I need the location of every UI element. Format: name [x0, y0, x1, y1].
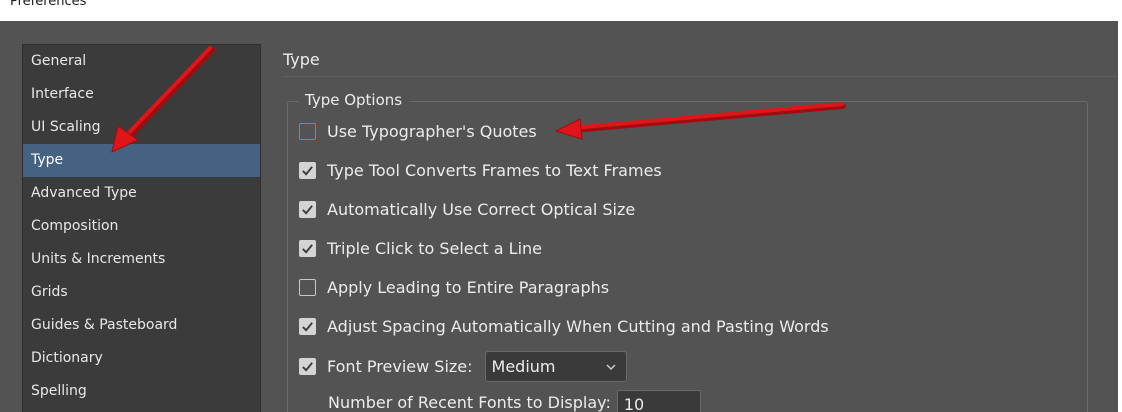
- option-label: Automatically Use Correct Optical Size: [327, 199, 636, 219]
- page-title: Type: [283, 50, 320, 69]
- recent-fonts-row: Number of Recent Fonts to Display: 10: [328, 390, 701, 412]
- option-typographers-quotes[interactable]: Use Typographer's Quotes: [299, 120, 537, 142]
- adjust-spacing-checkbox[interactable]: [299, 317, 316, 335]
- optical-size-checkbox[interactable]: [299, 200, 316, 218]
- option-type-tool-converts[interactable]: Type Tool Converts Frames to Text Frames: [299, 159, 662, 181]
- triple-click-checkbox[interactable]: [299, 239, 316, 257]
- checkmark-icon: [302, 321, 313, 332]
- option-label: Apply Leading to Entire Paragraphs: [327, 277, 610, 297]
- option-label: Font Preview Size:: [327, 356, 473, 376]
- option-label: Use Typographer's Quotes: [327, 121, 537, 141]
- option-optical-size[interactable]: Automatically Use Correct Optical Size: [299, 198, 635, 220]
- sidebar-item-type[interactable]: Type: [23, 144, 260, 177]
- typographers-quotes-checkbox[interactable]: [299, 122, 316, 140]
- sidebar: General Interface UI Scaling Type Advanc…: [22, 44, 261, 412]
- checkmark-icon: [302, 243, 313, 254]
- recent-fonts-input[interactable]: 10: [616, 390, 701, 412]
- window-edge: [1118, 0, 1122, 412]
- group-title: Type Options: [298, 91, 410, 109]
- checkmark-icon: [302, 165, 313, 176]
- checkmark-icon: [302, 204, 313, 215]
- sidebar-item-grids[interactable]: Grids: [23, 276, 260, 309]
- window-title: Preferences: [10, 0, 87, 9]
- font-preview-checkbox[interactable]: [299, 357, 316, 375]
- apply-leading-checkbox[interactable]: [299, 278, 316, 296]
- title-bar: Preferences: [0, 0, 1118, 21]
- sidebar-item-dictionary[interactable]: Dictionary: [23, 342, 260, 375]
- sidebar-item-spelling[interactable]: Spelling: [23, 375, 260, 408]
- font-preview-size-select[interactable]: Medium: [484, 350, 627, 382]
- sidebar-item-composition[interactable]: Composition: [23, 210, 260, 243]
- option-font-preview-size[interactable]: Font Preview Size: Medium: [299, 350, 627, 382]
- recent-fonts-label: Number of Recent Fonts to Display:: [328, 392, 611, 412]
- title-divider: [283, 76, 1117, 77]
- checkmark-icon: [302, 361, 313, 372]
- option-adjust-spacing[interactable]: Adjust Spacing Automatically When Cuttin…: [299, 315, 829, 337]
- option-label: Type Tool Converts Frames to Text Frames: [327, 160, 662, 180]
- option-label: Triple Click to Select a Line: [327, 238, 543, 258]
- option-apply-leading[interactable]: Apply Leading to Entire Paragraphs: [299, 276, 609, 298]
- option-triple-click[interactable]: Triple Click to Select a Line: [299, 237, 542, 259]
- sidebar-item-advanced-type[interactable]: Advanced Type: [23, 177, 260, 210]
- type-tool-converts-checkbox[interactable]: [299, 161, 316, 179]
- chevron-down-icon: [606, 364, 616, 370]
- sidebar-item-guides-pasteboard[interactable]: Guides & Pasteboard: [23, 309, 260, 342]
- select-value: Medium: [491, 356, 556, 376]
- sidebar-item-general[interactable]: General: [23, 45, 260, 78]
- sidebar-item-units-increments[interactable]: Units & Increments: [23, 243, 260, 276]
- sidebar-item-interface[interactable]: Interface: [23, 78, 260, 111]
- sidebar-item-ui-scaling[interactable]: UI Scaling: [23, 111, 260, 144]
- option-label: Adjust Spacing Automatically When Cuttin…: [327, 316, 829, 336]
